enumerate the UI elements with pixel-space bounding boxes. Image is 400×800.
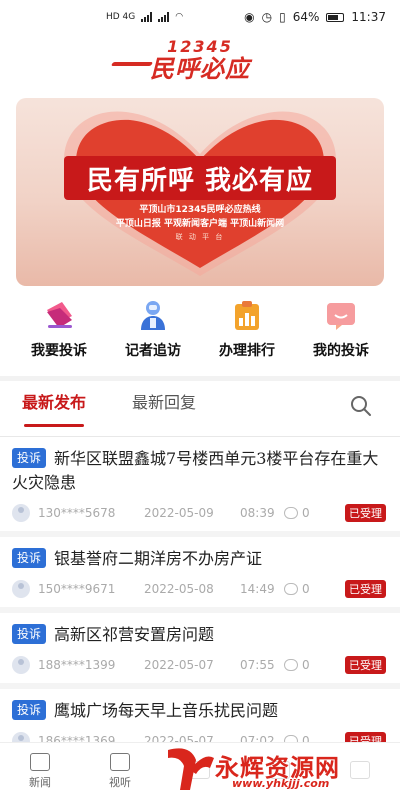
post-title-text: 高新区祁营安置房问题 xyxy=(54,625,215,644)
post-time: 14:49 xyxy=(240,582,275,596)
comment-number: 0 xyxy=(302,658,310,672)
action-label: 我的投诉 xyxy=(313,343,369,359)
list-item[interactable]: 投诉 新华区联盟鑫城7号楼西单元3楼平台存在重大火灾隐患 130****5678 … xyxy=(0,437,400,537)
complaint-tag: 投诉 xyxy=(12,700,47,720)
comment-icon xyxy=(284,507,298,519)
hero-banner[interactable]: 民有所呼 我必有应 平顶山市12345民呼必应热线 平顶山日报 平观新闻客户端 … xyxy=(16,98,384,286)
post-date: 2022-05-07 xyxy=(144,658,214,672)
list-item[interactable]: 投诉 银基誉府二期洋房不办房产证 150****9671 2022-05-08 1… xyxy=(0,537,400,613)
my-complaints-icon xyxy=(324,298,358,332)
post-user: 188****1399 xyxy=(38,658,116,672)
status-badge: 已受理 xyxy=(345,656,386,674)
list-item[interactable]: 投诉 高新区祁营安置房问题 188****1399 2022-05-07 07:5… xyxy=(0,613,400,689)
tab-latest-posts[interactable]: 最新发布 xyxy=(22,381,86,437)
avatar xyxy=(12,656,30,674)
comment-number: 0 xyxy=(302,582,310,596)
post-time: 08:39 xyxy=(240,506,275,520)
complaint-tag: 投诉 xyxy=(12,448,47,468)
alarm-icon: ◷ xyxy=(261,10,273,24)
logo-swoosh xyxy=(110,62,154,66)
post-date: 2022-05-08 xyxy=(144,582,214,596)
status-right: ◉ ◷ ▯ 64% 11:37 xyxy=(244,10,386,24)
ranking-icon xyxy=(230,298,264,332)
action-label: 记者追访 xyxy=(125,343,181,359)
comment-count: 0 xyxy=(284,506,310,520)
news-icon xyxy=(30,753,50,771)
nav-video[interactable]: 视听 xyxy=(85,753,155,790)
action-my-complaints[interactable]: 我的投诉 xyxy=(298,298,384,368)
post-time: 07:55 xyxy=(240,658,275,672)
post-title-text: 银基誉府二期洋房不办房产证 xyxy=(54,549,263,568)
banner-platform: 联 动 平 台 xyxy=(175,233,225,241)
action-label: 办理排行 xyxy=(219,343,275,359)
post-title-text: 鹰城广场每天早上音乐扰民问题 xyxy=(54,701,279,720)
nav-label: 新闻 xyxy=(29,776,51,789)
action-ranking[interactable]: 办理排行 xyxy=(204,298,290,368)
tv-icon xyxy=(110,753,130,771)
avatar xyxy=(12,580,30,598)
post-title: 投诉 新华区联盟鑫城7号楼西单元3楼平台存在重大火灾隐患 xyxy=(12,447,386,495)
complaint-icon xyxy=(42,298,76,332)
status-badge: 已受理 xyxy=(345,504,386,522)
battery-percent: 64% xyxy=(292,10,320,24)
post-user: 150****9671 xyxy=(38,582,116,596)
nav-label: 视听 xyxy=(109,776,131,789)
post-title: 投诉 鹰城广场每天早上音乐扰民问题 xyxy=(12,699,386,723)
logo-text: 民呼必应 xyxy=(150,54,250,83)
signal-icon xyxy=(141,12,153,22)
tab-bar: 最新发布 最新回复 xyxy=(0,381,400,437)
post-meta: 188****1399 2022-05-07 07:55 0 xyxy=(12,647,386,683)
avatar xyxy=(12,504,30,522)
watermark-url: www.yhkjjj.com xyxy=(232,777,330,790)
status-badge: 已受理 xyxy=(345,580,386,598)
wifi-icon: ◠ xyxy=(175,12,184,22)
comment-number: 0 xyxy=(302,506,310,520)
action-label: 我要投诉 xyxy=(31,343,87,359)
tab-latest-replies[interactable]: 最新回复 xyxy=(132,381,196,437)
app-logo: 12345 民呼必应 xyxy=(0,38,400,84)
post-title: 投诉 高新区祁营安置房问题 xyxy=(12,623,386,647)
eye-icon: ◉ xyxy=(244,10,255,24)
complaint-tag: 投诉 xyxy=(12,548,47,568)
clock: 11:37 xyxy=(351,10,386,24)
network-label: HD 4G xyxy=(106,12,136,22)
post-meta: 130****5678 2022-05-09 08:39 0 xyxy=(12,495,386,531)
comment-count: 0 xyxy=(284,582,310,596)
post-date: 2022-05-09 xyxy=(144,506,214,520)
post-title-text: 新华区联盟鑫城7号楼西单元3楼平台存在重大火灾隐患 xyxy=(12,449,379,492)
search-icon[interactable] xyxy=(350,395,372,417)
action-complaint[interactable]: 我要投诉 xyxy=(16,298,102,368)
post-user: 130****5678 xyxy=(38,506,116,520)
post-list: 投诉 新华区联盟鑫城7号楼西单元3楼平台存在重大火灾隐患 130****5678 … xyxy=(0,437,400,765)
post-meta: 150****9671 2022-05-08 14:49 0 xyxy=(12,571,386,607)
comment-count: 0 xyxy=(284,658,310,672)
quick-actions: 我要投诉 记者追访 办理排行 我的投诉 xyxy=(0,298,400,368)
action-reporter[interactable]: 记者追访 xyxy=(110,298,196,368)
banner-partners: 平顶山日报 平观新闻客户端 平顶山新闻网 xyxy=(115,219,285,229)
signal-icon-2 xyxy=(158,12,170,22)
status-bar: HD 4G ◠ ◉ ◷ ▯ 64% 11:37 xyxy=(0,0,400,34)
banner-subtitle: 平顶山市12345民呼必应热线 xyxy=(139,205,261,215)
post-title: 投诉 银基誉府二期洋房不办房产证 xyxy=(12,547,386,571)
comment-icon xyxy=(284,583,298,595)
comment-icon xyxy=(284,659,298,671)
banner-title: 民有所呼 我必有应 xyxy=(86,166,314,196)
nav-news[interactable]: 新闻 xyxy=(5,753,75,790)
battery-icon xyxy=(326,12,345,22)
network-indicators: HD 4G ◠ xyxy=(106,12,183,22)
vibrate-icon: ▯ xyxy=(279,10,286,24)
reporter-icon xyxy=(136,298,170,332)
complaint-tag: 投诉 xyxy=(12,624,47,644)
